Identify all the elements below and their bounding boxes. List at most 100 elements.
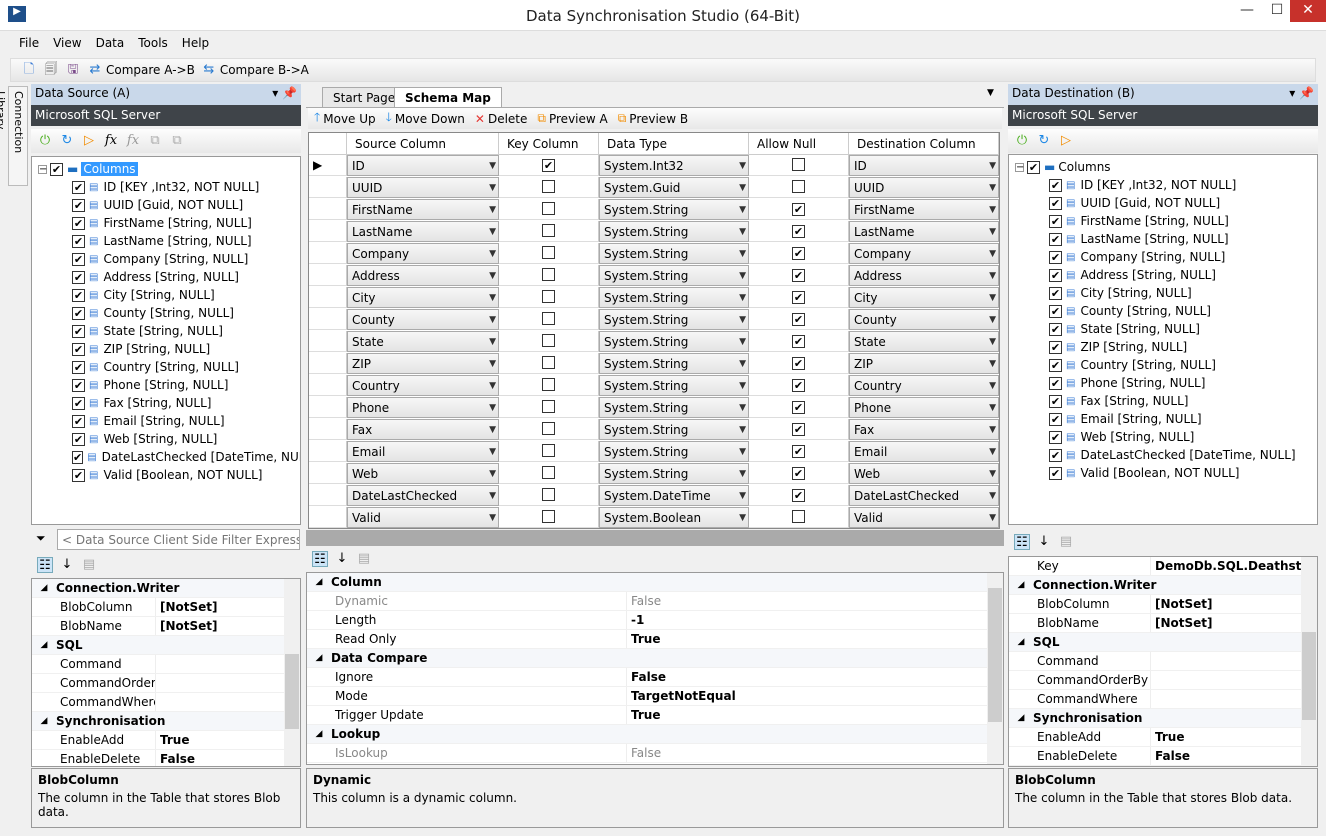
chevron-down-icon[interactable]: ▼ [989, 354, 996, 374]
key-column-checkbox[interactable] [499, 331, 599, 352]
key-column-checkbox[interactable] [499, 375, 599, 396]
scrollbar-thumb[interactable] [988, 588, 1002, 722]
property-value[interactable]: TargetNotEqual [627, 687, 1003, 705]
chevron-down-icon[interactable]: ▼ [489, 486, 496, 506]
compare-b-a-button[interactable]: ⇆ Compare B->A [201, 62, 309, 78]
property-value[interactable]: False [627, 744, 1003, 762]
source-column-cell[interactable]: Web ▼ [347, 463, 499, 484]
menu-help[interactable]: Help [175, 36, 216, 50]
property-row[interactable]: EnableAdd True [32, 731, 300, 750]
property-value[interactable] [1151, 690, 1317, 708]
tree-item[interactable]: ✔ ▤ Fax [String, NULL] [1009, 392, 1317, 410]
refresh-icon[interactable]: ↻ [59, 133, 75, 149]
key-column-checkbox[interactable] [499, 419, 599, 440]
collapse-icon[interactable]: − [38, 164, 47, 174]
checkbox[interactable]: ✔ [72, 342, 85, 356]
key-column-checkbox[interactable] [499, 463, 599, 484]
chevron-down-icon[interactable]: ▼ [739, 464, 746, 484]
tree-item[interactable]: ✔ ▤ Phone [String, NULL] [1009, 374, 1317, 392]
tree-item[interactable]: ✔ ▤ State [String, NULL] [32, 322, 300, 340]
checkbox[interactable]: ✔ [1049, 412, 1062, 426]
chevron-down-icon[interactable]: ▼ [739, 354, 746, 374]
property-pages-icon[interactable]: ▤ [81, 557, 97, 573]
destination-column-cell[interactable]: Address ▼ [849, 265, 999, 286]
connect-icon[interactable]: ⏻ [37, 133, 53, 149]
data-type-cell[interactable]: System.String ▼ [599, 243, 749, 264]
allow-null-checkbox[interactable]: ✔ [749, 441, 849, 462]
tree-item[interactable]: ✔ ▤ Web [String, NULL] [32, 430, 300, 448]
tree-item[interactable]: ✔ ▤ ZIP [String, NULL] [1009, 338, 1317, 356]
checkbox[interactable]: ✔ [792, 379, 805, 392]
checkbox[interactable]: ✔ [72, 198, 85, 212]
property-row[interactable]: CommandWhere [1009, 690, 1317, 709]
checkbox[interactable]: ✔ [1049, 430, 1062, 444]
row-header[interactable] [309, 507, 347, 528]
destination-column-cell[interactable]: City ▼ [849, 287, 999, 308]
destination-column-cell[interactable]: FirstName ▼ [849, 199, 999, 220]
checkbox[interactable]: ✔ [792, 291, 805, 304]
delete-copy-icon[interactable]: ⧉ [169, 133, 185, 149]
checkbox[interactable]: ✔ [72, 216, 85, 230]
chevron-down-icon[interactable]: ▼ [489, 222, 496, 242]
row-header[interactable] [309, 397, 347, 418]
chevron-down-icon[interactable]: ▼ [489, 354, 496, 374]
allow-null-checkbox[interactable]: ✔ [749, 397, 849, 418]
property-pages-icon[interactable]: ▤ [1058, 534, 1074, 550]
expand-icon[interactable]: ◢ [307, 725, 331, 743]
function-icon[interactable]: fx [103, 133, 119, 149]
source-column-cell[interactable]: ZIP ▼ [347, 353, 499, 374]
tree-item[interactable]: ✔ ▤ County [String, NULL] [32, 304, 300, 322]
chevron-down-icon[interactable]: ▼ [989, 288, 996, 308]
row-header[interactable] [309, 265, 347, 286]
close-button[interactable]: ✕ [1290, 0, 1326, 22]
checkbox[interactable]: ✔ [72, 378, 85, 392]
destination-column-cell[interactable]: DateLastChecked ▼ [849, 485, 999, 506]
chevron-down-icon[interactable]: ▼ [489, 420, 496, 440]
key-column-checkbox[interactable] [499, 507, 599, 528]
checkbox[interactable]: ✔ [1049, 268, 1062, 282]
chevron-down-icon[interactable]: ▼ [739, 376, 746, 396]
checkbox[interactable]: ✔ [1049, 304, 1062, 318]
chevron-down-icon[interactable]: ▼ [739, 508, 746, 528]
key-column-checkbox[interactable] [499, 177, 599, 198]
allow-null-checkbox[interactable] [749, 507, 849, 528]
tab-list-dropdown-icon[interactable]: ▼ [987, 88, 994, 98]
chevron-down-icon[interactable]: ▼ [739, 244, 746, 264]
vertical-scrollbar[interactable] [1301, 557, 1317, 766]
expand-icon[interactable]: ◢ [1009, 576, 1033, 594]
checkbox[interactable]: ✔ [1049, 466, 1062, 480]
chevron-down-icon[interactable]: ▼ [989, 508, 996, 528]
checkbox[interactable] [542, 312, 555, 325]
key-column-checkbox[interactable] [499, 309, 599, 330]
destination-column-cell[interactable]: Company ▼ [849, 243, 999, 264]
chevron-down-icon[interactable]: ▼ [989, 266, 996, 286]
chevron-down-icon[interactable]: ▼ [489, 310, 496, 330]
property-value[interactable]: [NotSet] [1151, 595, 1317, 613]
checkbox[interactable]: ✔ [792, 335, 805, 348]
property-row[interactable]: EnableDelete False [32, 750, 300, 766]
chevron-down-icon[interactable]: ▼ [739, 156, 746, 176]
chevron-down-icon[interactable]: ▼ [739, 200, 746, 220]
source-column-cell[interactable]: Phone ▼ [347, 397, 499, 418]
property-row[interactable]: Ignore False [307, 668, 1003, 687]
allow-null-checkbox[interactable]: ✔ [749, 309, 849, 330]
chevron-down-icon[interactable]: ▼ [489, 266, 496, 286]
chevron-down-icon[interactable]: ▼ [739, 420, 746, 440]
data-type-cell[interactable]: System.Boolean ▼ [599, 507, 749, 528]
property-row[interactable]: Key DemoDb.SQL.Deathstar [1009, 557, 1317, 576]
property-row[interactable]: Command [1009, 652, 1317, 671]
checkbox[interactable]: ✔ [792, 269, 805, 282]
source-column-cell[interactable]: County ▼ [347, 309, 499, 330]
key-column-checkbox[interactable] [499, 243, 599, 264]
tree-item[interactable]: ✔ ▤ Valid [Boolean, NOT NULL] [32, 466, 300, 484]
allow-null-checkbox[interactable]: ✔ [749, 287, 849, 308]
chevron-down-icon[interactable]: ▼ [739, 266, 746, 286]
property-value[interactable] [156, 693, 300, 711]
open-icon[interactable]: 🗐 [43, 62, 59, 78]
menu-view[interactable]: View [46, 36, 88, 50]
data-type-cell[interactable]: System.String ▼ [599, 375, 749, 396]
chevron-down-icon[interactable]: ▼ [489, 508, 496, 528]
tree-item[interactable]: ✔ ▤ Address [String, NULL] [1009, 266, 1317, 284]
allow-null-checkbox[interactable]: ✔ [749, 375, 849, 396]
chevron-down-icon[interactable]: ▼ [489, 332, 496, 352]
